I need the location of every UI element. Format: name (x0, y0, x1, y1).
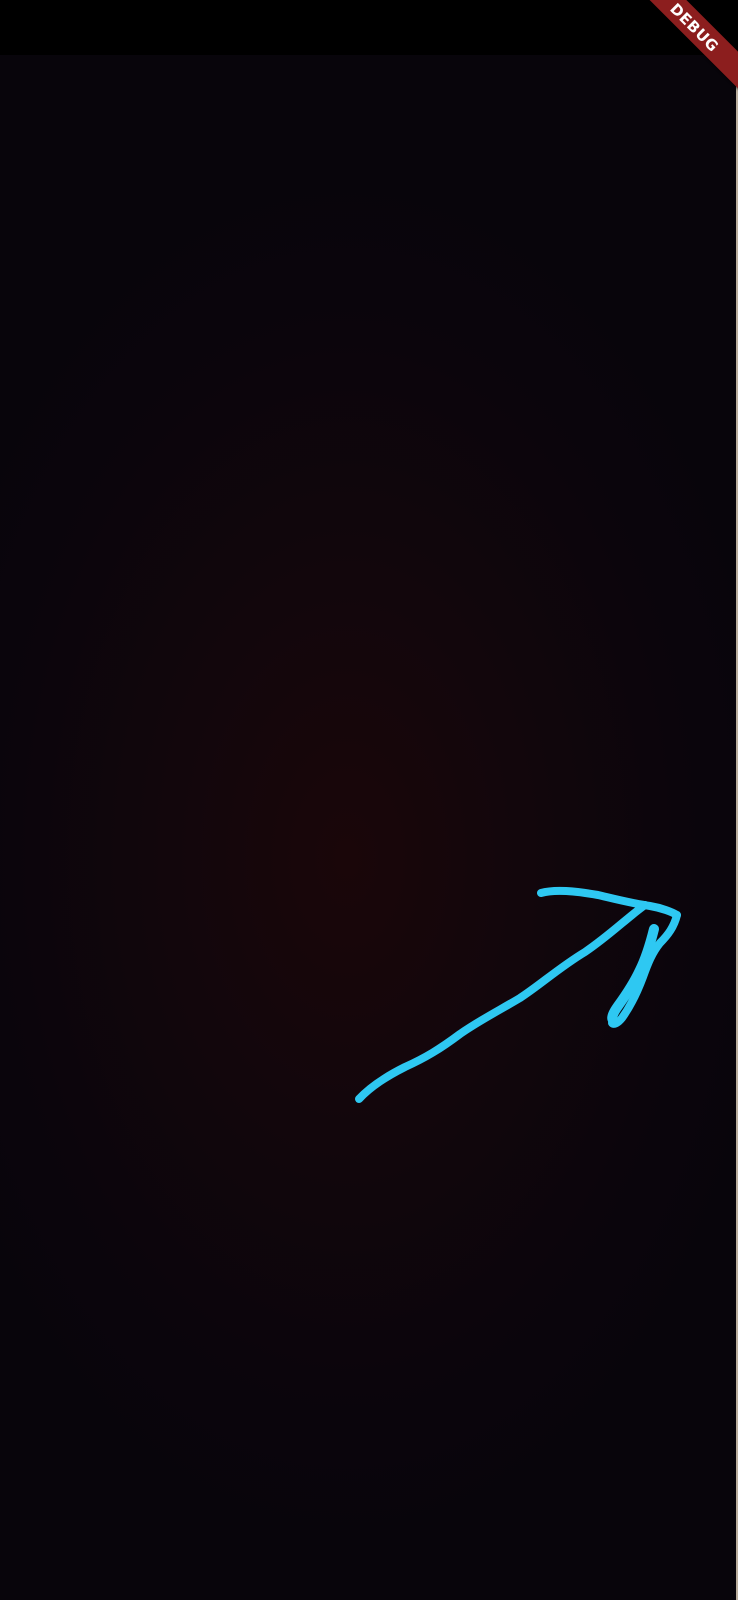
drawing-layer (355, 886, 681, 1103)
arrow-shaft-stroke (355, 901, 649, 1103)
status-bar (0, 0, 738, 55)
arrow-stroke (355, 886, 681, 1103)
app-screen: DEBUG (0, 0, 738, 1600)
arrow-top-stroke (537, 886, 681, 919)
drawing-canvas[interactable] (0, 55, 738, 1600)
